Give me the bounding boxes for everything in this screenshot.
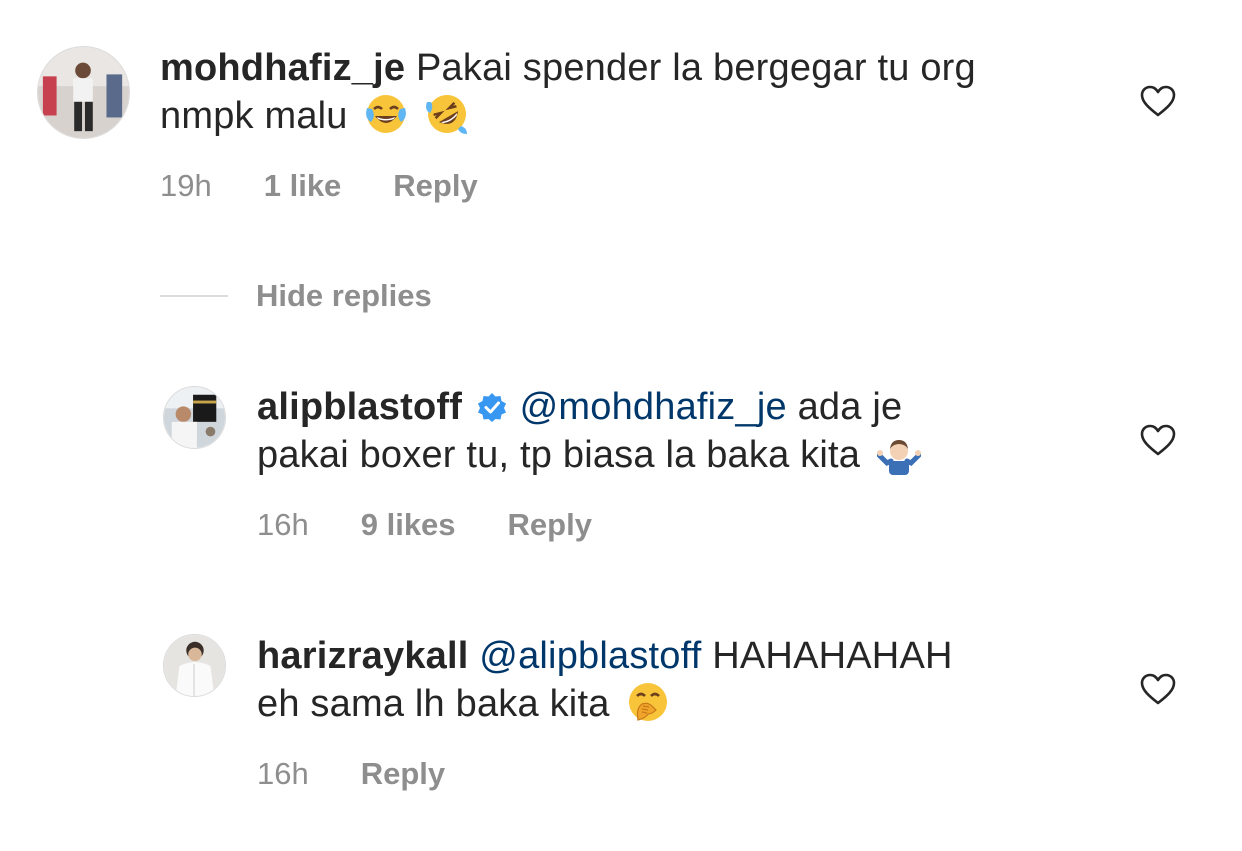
verified-badge-icon xyxy=(477,386,507,422)
reply-text: harizraykall @alipblastoff HAHAHAHAH eh … xyxy=(257,632,1117,728)
reply-body-line2: pakai boxer tu, tp biasa la baka kita xyxy=(257,434,861,476)
reply-body-line1: ada je xyxy=(797,386,903,428)
reply-mention[interactable]: @mohdhafiz_je xyxy=(520,386,787,428)
avatar[interactable] xyxy=(37,46,130,139)
reply-meta: 16h 9 likes Reply xyxy=(257,507,644,543)
hide-replies-label[interactable]: Hide replies xyxy=(256,278,432,314)
comment-body-line2: nmpk malu xyxy=(160,95,348,137)
reply-mention[interactable]: @alipblastoff xyxy=(479,635,701,677)
reply-button[interactable]: Reply xyxy=(508,507,592,543)
comment-body-line1: Pakai spender la bergegar tu org xyxy=(415,47,976,89)
reply-meta: 16h Reply xyxy=(257,756,497,792)
reply-button[interactable]: Reply xyxy=(393,168,477,204)
comment-username[interactable]: mohdhafiz_je xyxy=(160,47,405,89)
reply-username[interactable]: alipblastoff xyxy=(257,386,462,428)
reply-timestamp: 16h xyxy=(257,756,309,791)
comment-likes-count[interactable]: 1 like xyxy=(264,168,342,204)
reply-username[interactable]: harizraykall xyxy=(257,635,469,677)
comments-thread: mohdhafiz_je Pakai spender la bergegar t… xyxy=(0,0,1242,851)
avatar[interactable] xyxy=(163,634,226,697)
reply-button[interactable]: Reply xyxy=(361,756,445,792)
comment-timestamp: 19h xyxy=(160,168,212,203)
like-heart-icon[interactable] xyxy=(1139,423,1177,457)
like-heart-icon[interactable] xyxy=(1139,672,1177,706)
comment-meta: 19h 1 like Reply xyxy=(160,168,530,204)
avatar[interactable] xyxy=(163,386,226,449)
comment-text: mohdhafiz_je Pakai spender la bergegar t… xyxy=(160,44,1110,140)
reply-text: alipblastoff @mohdhafiz_je ada je pakai … xyxy=(257,383,1117,479)
like-heart-icon[interactable] xyxy=(1139,84,1177,118)
reply-body-line2: eh sama lh baka kita xyxy=(257,683,610,725)
hide-replies-toggle[interactable]: Hide replies xyxy=(160,276,432,316)
reply-likes-count[interactable]: 9 likes xyxy=(361,507,456,543)
divider xyxy=(160,295,228,297)
person-shrugging-icon xyxy=(876,431,922,475)
reply-body-line1: HAHAHAHAH xyxy=(712,635,953,677)
face-with-hand-over-mouth-icon xyxy=(626,680,670,724)
reply-timestamp: 16h xyxy=(257,507,309,542)
rolling-on-the-floor-laughing-icon xyxy=(425,92,469,136)
face-with-tears-of-joy-icon xyxy=(364,92,408,136)
